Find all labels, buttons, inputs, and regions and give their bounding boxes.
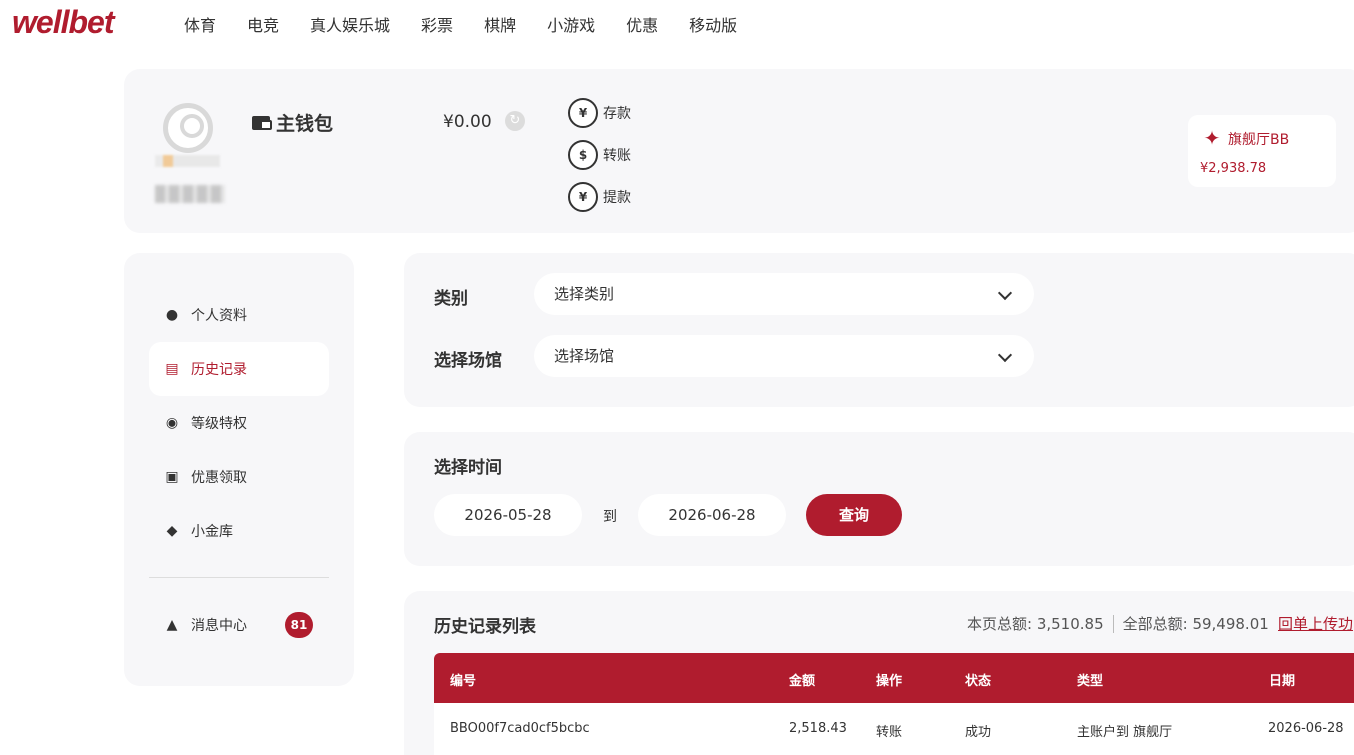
all-total: 全部总额: 59,498.01 [1122,615,1269,633]
nav-item-cards[interactable]: 棋牌 [484,12,516,36]
chevron-down-icon [997,285,1013,301]
venue-amount: ¥2,938.78 [1200,161,1267,176]
venue-select-value: 选择场馆 [554,347,615,365]
receipt-upload-link[interactable]: 回单上传功 [1278,613,1354,634]
sidebar-item-vip[interactable]: ◉ 等级特权 [149,396,329,450]
venue-name: 旗舰厅BB [1228,132,1290,148]
nav-item-lottery[interactable]: 彩票 [421,12,453,36]
wings-icon: ✦ [1203,126,1221,150]
column-header: 类型 [1077,674,1104,689]
nav-item-promotions[interactable]: 优惠 [626,12,658,36]
message-count-badge: 81 [285,612,313,638]
totals: 本页总额: 3,510.85 全部总额: 59,498.01 [967,613,1269,634]
category-select[interactable]: 选择类别 [534,273,1034,315]
sidebar-item-label: 消息中心 [191,618,247,634]
sidebar-item-history[interactable]: ▤ 历史记录 [149,342,329,396]
sidebar-item-vault[interactable]: ◆ 小金库 [149,504,329,558]
diamond-icon: ◆ [166,523,178,539]
date-range-separator: 到 [603,509,617,525]
start-date-input[interactable]: 2026-05-28 [434,494,582,536]
transfer-button[interactable]: $ 转账 [568,140,631,170]
document-icon: ▤ [165,361,179,377]
nav-item-esports[interactable]: 电竞 [247,12,279,36]
deposit-icon: ¥ [568,98,598,128]
column-header: 编号 [450,674,477,689]
sidebar-divider [149,577,329,578]
transfer-label: 转账 [603,148,631,164]
column-header: 状态 [965,674,992,689]
main-wallet-label: 主钱包 [276,113,334,135]
history-table-header: 编号 金额 操作 状态 类型 日期 [434,653,1354,703]
nav-item-mobile[interactable]: 移动版 [689,12,737,36]
medal-icon: ◉ [165,415,179,431]
sidebar-item-promotions[interactable]: ▣ 优惠领取 [149,450,329,504]
sidebar-item-label: 个人资料 [191,308,247,324]
nav-item-mini-games[interactable]: 小游戏 [547,12,595,36]
sidebar-item-label: 等级特权 [191,416,247,432]
gift-icon: ▣ [165,469,179,485]
table-row[interactable]: BBO00f7cad0cf5bcbc 2,518.43 转账 成功 主账户到 旗… [434,703,1354,755]
venue-select[interactable]: 选择场馆 [534,335,1034,377]
time-title: 选择时间 [434,458,502,478]
cell-operation: 转账 [876,725,903,740]
username-blurred [155,155,220,167]
cell-amount: 2,518.43 [789,721,847,736]
totals-divider [1112,614,1114,633]
column-header: 金额 [789,674,816,689]
bell-icon: ▲ [166,617,178,633]
end-date-input[interactable]: 2026-06-28 [638,494,786,536]
deposit-button[interactable]: ¥ 存款 [568,98,631,128]
nav-item-sports[interactable]: 体育 [184,12,216,36]
brand-logo[interactable]: wellbet [12,4,114,41]
wallet-icon [252,115,272,130]
deposit-label: 存款 [603,106,631,122]
category-label: 类别 [434,289,468,309]
sidebar-item-label: 历史记录 [191,362,247,378]
wallet-balance: ¥0.00 [443,112,492,132]
cell-id: BBO00f7cad0cf5bcbc [450,721,590,736]
sidebar-item-profile[interactable]: ● 个人资料 [149,288,329,342]
user-level-blurred [155,185,225,203]
sidebar-item-label: 小金库 [191,524,233,540]
chevron-down-icon [997,347,1013,363]
cell-type: 主账户到 旗舰厅 [1077,725,1173,740]
nav-item-live-casino[interactable]: 真人娱乐城 [310,12,390,36]
withdraw-label: 提款 [603,190,631,206]
top-nav: wellbet 体育 电竞 真人娱乐城 彩票 棋牌 小游戏 优惠 移动版 [0,0,1354,46]
refresh-icon[interactable]: ↻ [505,111,525,131]
page-total: 本页总额: 3,510.85 [967,615,1104,633]
query-button[interactable]: 查询 [806,494,902,536]
withdraw-button[interactable]: ¥ 提款 [568,182,631,212]
nav-links: 体育 电竞 真人娱乐城 彩票 棋牌 小游戏 优惠 移动版 [184,12,768,36]
venue-balance-card[interactable]: ✦ 旗舰厅BB ¥2,938.78 [1188,115,1336,187]
withdraw-icon: ¥ [568,182,598,212]
account-sidebar: ● 个人资料 ▤ 历史记录 ◉ 等级特权 ▣ 优惠领取 ◆ 小金库 ▲ 消息中心… [124,253,354,686]
wallet-card [124,69,1354,233]
column-header: 日期 [1269,674,1296,689]
transfer-icon: $ [568,140,598,170]
category-select-value: 选择类别 [554,285,615,303]
main-wallet-title: 主钱包 [252,109,333,136]
avatar [163,103,213,153]
sidebar-item-label: 优惠领取 [191,470,247,486]
user-icon: ● [165,307,179,323]
cell-date: 2026-06-28 [1268,721,1344,736]
cell-status: 成功 [965,725,992,740]
venue-label: 选择场馆 [434,351,502,371]
column-header: 操作 [876,674,903,689]
history-title: 历史记录列表 [434,617,536,637]
